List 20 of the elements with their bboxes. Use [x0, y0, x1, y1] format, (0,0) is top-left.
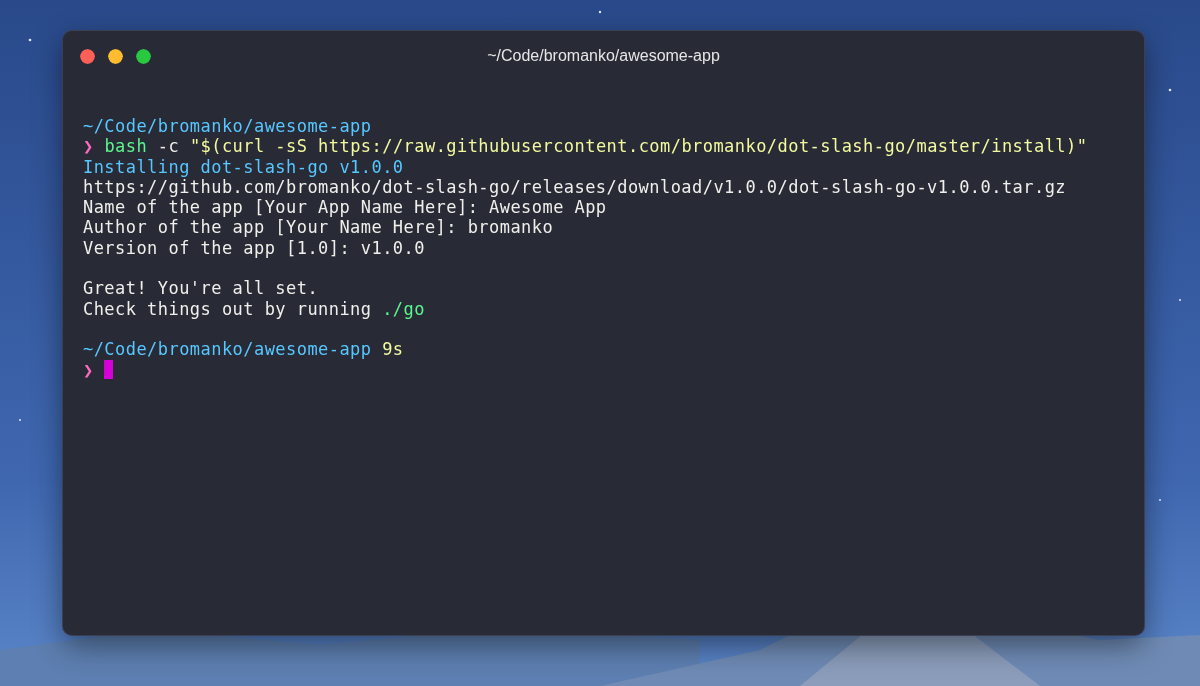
terminal-text: Great! You're all set. [83, 278, 319, 299]
window-title: ~/Code/bromanko/awesome-app [487, 47, 720, 65]
minimize-button[interactable] [108, 49, 123, 64]
terminal-text: ./go [382, 298, 425, 319]
close-button[interactable] [80, 49, 95, 64]
maximize-button[interactable] [136, 49, 151, 64]
terminal-text: Installing dot-slash-go v1.0.0 [83, 156, 404, 177]
terminal-text: Version of the app [1.0]: v1.0.0 [83, 237, 425, 259]
terminal-text: Author of the app [Your Name Here]: bromanko [83, 217, 554, 238]
terminal-text: Name of the app [Your App Name Here]: Awesome App [83, 197, 607, 218]
terminal-text: bash [104, 136, 148, 157]
terminal-text: -c [157, 136, 180, 157]
terminal-text: https://github.com/bromanko/dot-slash-go/releases/download/v1.0.0/dot-slash-go-v1.0.0.tar.gz [83, 176, 1066, 198]
terminal-text: 9s [382, 339, 404, 360]
terminal-text: "$(curl -sS https://raw.githubusercontent.com/bromanko/dot-slash-go/master/install)" [189, 136, 1088, 157]
terminal-text: ❯ [83, 136, 94, 157]
terminal-text: ~/Code/bromanko/awesome-app [83, 339, 372, 360]
terminal-text: ~/Code/bromanko/awesome-app [83, 116, 372, 137]
terminal-text: Check things out by running [83, 298, 372, 319]
terminal-text: ❯ [83, 359, 94, 380]
